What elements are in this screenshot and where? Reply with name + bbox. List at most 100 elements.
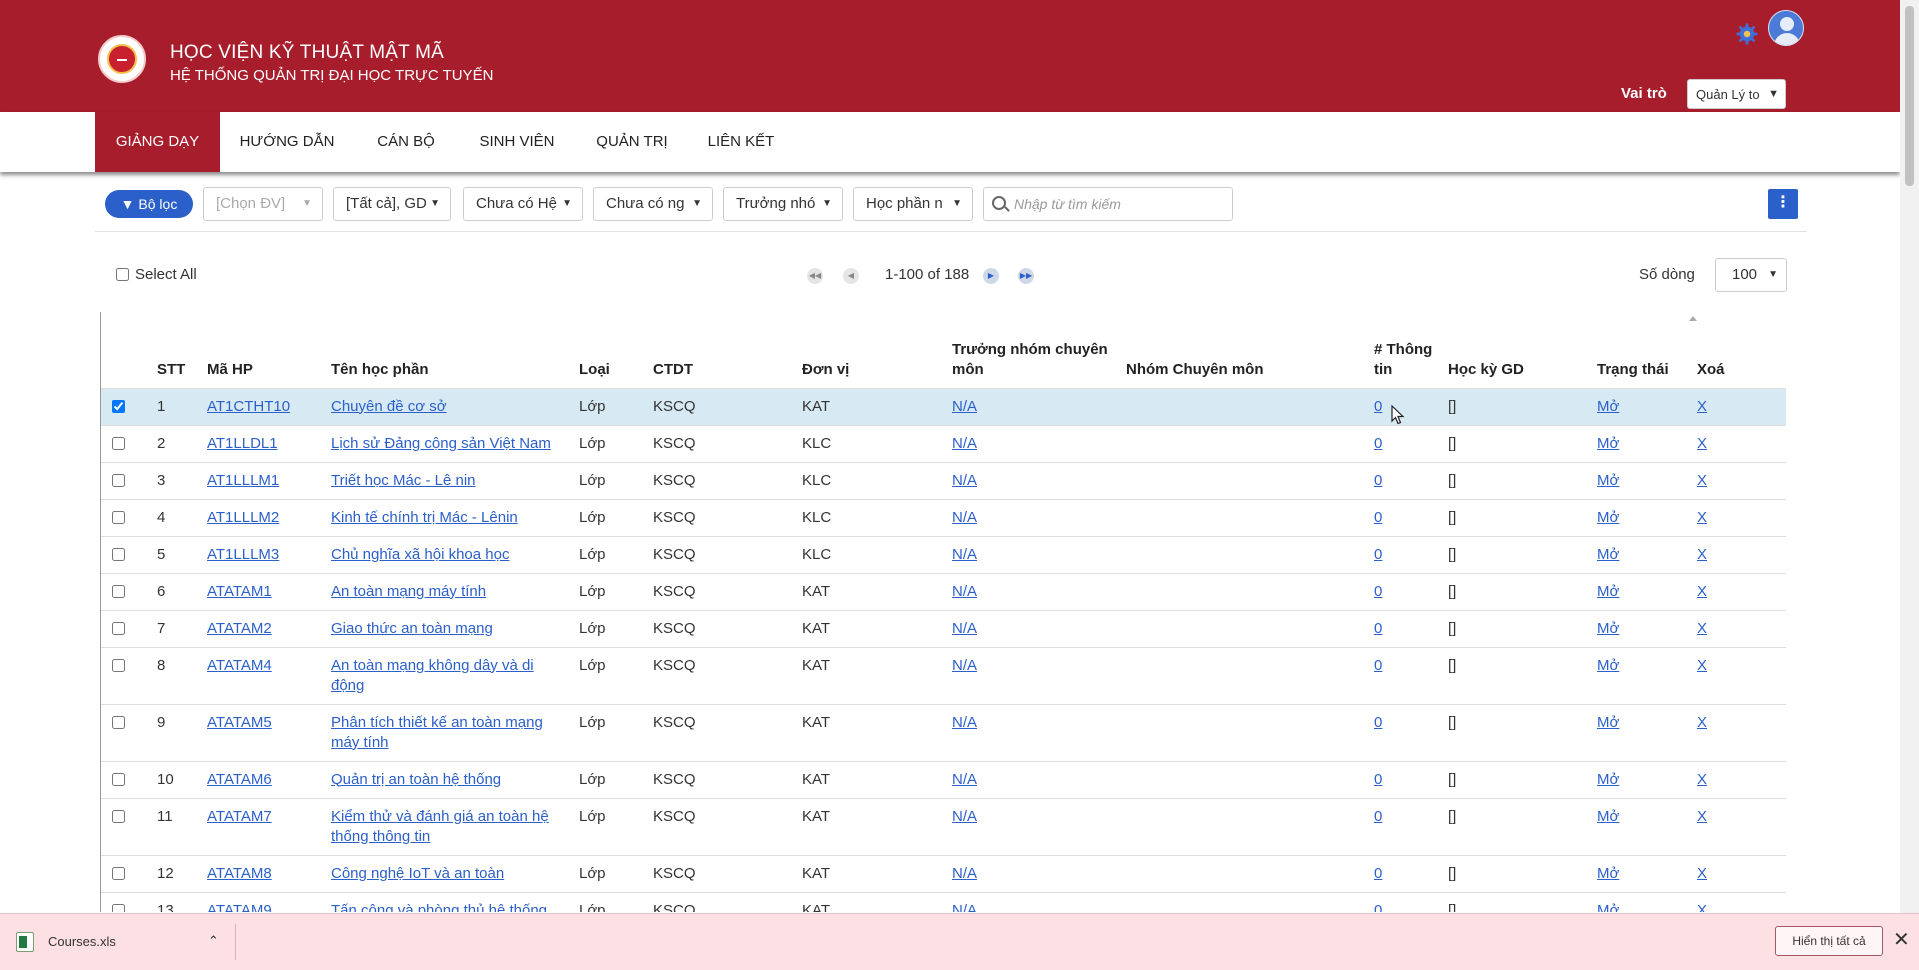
link-code[interactable]: AT1LLLM2 <box>207 509 279 526</box>
link-code[interactable]: ATATAM5 <box>207 714 272 731</box>
leader-dropdown[interactable]: Trưởng nhó ▼ <box>723 187 843 221</box>
nav-lien-ket[interactable]: LIÊN KẾT <box>700 112 782 172</box>
unit-dropdown[interactable]: [Chọn ĐV] ▼ <box>203 187 323 221</box>
nav-can-bo[interactable]: CÁN BỘ <box>360 112 452 172</box>
link-name[interactable]: Công nghệ IoT và an toàn <box>331 865 504 882</box>
link-name[interactable]: Kinh tế chính trị Mác - Lênin <box>331 509 518 526</box>
link-name[interactable]: Phân tích thiết kế an toàn mạng máy tính <box>331 714 543 751</box>
table-row[interactable]: 3 AT1LLLM1 Triết học Mác - Lê nin Lớp KSCQ KL… <box>101 462 1786 500</box>
link-info[interactable]: 0 <box>1374 398 1382 415</box>
link-leader[interactable]: N/A <box>952 435 977 452</box>
link-leader[interactable]: N/A <box>952 398 977 415</box>
row-checkbox[interactable] <box>112 510 125 524</box>
link-name[interactable]: Triết học Mác - Lê nin <box>331 472 476 489</box>
nav-quan-tri[interactable]: QUẢN TRỊ <box>588 112 676 172</box>
row-checkbox[interactable] <box>112 809 125 823</box>
col-group[interactable]: Nhóm Chuyên môn <box>1122 312 1370 389</box>
search-input[interactable] <box>1014 192 1224 216</box>
col-name[interactable]: Tên học phần <box>327 312 575 389</box>
last-page-button[interactable]: ▶▶ <box>1018 268 1034 284</box>
role-select[interactable]: Quản Lý to ▼ <box>1687 79 1786 109</box>
link-code[interactable]: ATATAM7 <box>207 808 272 825</box>
link-code[interactable]: ATATAM6 <box>207 771 272 788</box>
close-icon[interactable]: ✕ <box>1893 928 1910 952</box>
link-info[interactable]: 0 <box>1374 808 1382 825</box>
more-options-button[interactable]: ⋮ <box>1768 189 1798 219</box>
link-status[interactable]: Mở <box>1597 771 1619 788</box>
table-row[interactable]: 6 ATATAM1 An toàn mạng máy tính Lớp KSCQ KAT N… <box>101 573 1786 611</box>
table-row[interactable]: 7 ATATAM2 Giao thức an toàn mạng Lớp KSCQ KAT… <box>101 610 1786 648</box>
rows-per-page-select[interactable]: 100 ▼ <box>1715 258 1787 292</box>
program-dropdown[interactable]: Chưa có Hệ ▼ <box>463 187 583 221</box>
row-checkbox[interactable] <box>112 399 125 413</box>
table-row[interactable]: 8 ATATAM4 An toàn mạng không dây và di độn… <box>101 647 1786 705</box>
table-row[interactable]: 4 AT1LLLM2 Kinh tế chính trị Mác - Lênin Lớ… <box>101 499 1786 537</box>
link-info[interactable]: 0 <box>1374 902 1382 913</box>
row-checkbox[interactable] <box>112 658 125 672</box>
link-status[interactable]: Mở <box>1597 435 1619 452</box>
link-leader[interactable]: N/A <box>952 509 977 526</box>
col-ctdt[interactable]: CTDT <box>649 312 798 389</box>
link-leader[interactable]: N/A <box>952 808 977 825</box>
link-name[interactable]: Lịch sử Đảng cộng sản Việt Nam <box>331 435 551 452</box>
prev-page-button[interactable]: ◀ <box>843 268 859 284</box>
col-type[interactable]: Loại <box>575 312 649 389</box>
link-info[interactable]: 0 <box>1374 546 1382 563</box>
link-leader[interactable]: N/A <box>952 714 977 731</box>
col-stt[interactable]: STT <box>153 312 203 389</box>
link-leader[interactable]: N/A <box>952 657 977 674</box>
nav-giang-day[interactable]: GIẢNG DẠY <box>95 112 220 172</box>
link-name[interactable]: Kiểm thử và đánh giá an toàn hệ thống th… <box>331 808 549 845</box>
link-info[interactable]: 0 <box>1374 583 1382 600</box>
row-checkbox[interactable] <box>112 772 125 786</box>
table-row[interactable]: 10 ATATAM6 Quản trị an toàn hệ thống Lớp KSC… <box>101 761 1786 799</box>
row-checkbox[interactable] <box>112 436 125 450</box>
table-row[interactable]: 2 AT1LLDL1 Lịch sử Đảng cộng sản Việt Nam L… <box>101 425 1786 463</box>
download-item[interactable]: Courses.xls ⌃ <box>14 924 236 960</box>
col-term[interactable]: Học kỳ GD <box>1444 312 1593 389</box>
col-delete[interactable]: Xoá <box>1693 312 1786 389</box>
table-row[interactable]: 12 ATATAM8 Công nghệ IoT và an toàn Lớp KSCQ… <box>101 855 1786 893</box>
link-status[interactable]: Mở <box>1597 657 1619 674</box>
link-info[interactable]: 0 <box>1374 620 1382 637</box>
link-leader[interactable]: N/A <box>952 546 977 563</box>
person-dropdown[interactable]: Chưa có ng ▼ <box>593 187 713 221</box>
link-code[interactable]: ATATAM4 <box>207 657 272 674</box>
link-code[interactable]: ATATAM8 <box>207 865 272 882</box>
col-status[interactable]: Trạng thái <box>1593 312 1693 389</box>
row-checkbox[interactable] <box>112 584 125 598</box>
link-info[interactable]: 0 <box>1374 771 1382 788</box>
link-status[interactable]: Mở <box>1597 714 1619 731</box>
link-name[interactable]: Chuyên đề cơ sở <box>331 398 447 415</box>
link-leader[interactable]: N/A <box>952 620 977 637</box>
link-code[interactable]: AT1LLLM3 <box>207 546 279 563</box>
select-all-checkbox[interactable] <box>116 268 129 281</box>
link-info[interactable]: 0 <box>1374 472 1382 489</box>
nav-sinh-vien[interactable]: SINH VIÊN <box>470 112 564 172</box>
link-info[interactable]: 0 <box>1374 865 1382 882</box>
link-code[interactable]: AT1CTHT10 <box>207 398 290 415</box>
link-status[interactable]: Mở <box>1597 583 1619 600</box>
table-row[interactable]: 1 AT1CTHT10 Chuyên đề cơ sở Lớp KSCQ KAT N/A 0 [… <box>101 388 1786 426</box>
page-scrollbar-thumb[interactable] <box>1905 6 1914 186</box>
link-status[interactable]: Mở <box>1597 398 1619 415</box>
first-page-button[interactable]: ◀◀ <box>807 268 823 284</box>
link-status[interactable]: Mở <box>1597 620 1619 637</box>
col-leader[interactable]: Trưởng nhóm chuyên môn <box>948 312 1122 389</box>
link-status[interactable]: Mở <box>1597 808 1619 825</box>
chevron-up-icon[interactable]: ⌃ <box>208 933 219 949</box>
row-checkbox[interactable] <box>112 621 125 635</box>
link-info[interactable]: 0 <box>1374 435 1382 452</box>
link-leader[interactable]: N/A <box>952 902 977 913</box>
link-code[interactable]: ATATAM9 <box>207 902 272 913</box>
gear-icon[interactable] <box>1736 23 1758 45</box>
link-info[interactable]: 0 <box>1374 714 1382 731</box>
academy-logo[interactable] <box>98 35 146 83</box>
link-status[interactable]: Mở <box>1597 902 1619 913</box>
link-name[interactable]: Quản trị an toàn hệ thống <box>331 771 501 788</box>
link-name[interactable]: Giao thức an toàn mạng <box>331 620 493 637</box>
show-all-downloads-button[interactable]: Hiển thị tất cả <box>1775 926 1883 956</box>
link-code[interactable]: AT1LLLM1 <box>207 472 279 489</box>
link-name[interactable]: Chủ nghĩa xã hội khoa học <box>331 546 509 563</box>
table-row[interactable]: 13 ATATAM9 Tấn công và phòng thủ hệ thống L… <box>101 892 1786 912</box>
